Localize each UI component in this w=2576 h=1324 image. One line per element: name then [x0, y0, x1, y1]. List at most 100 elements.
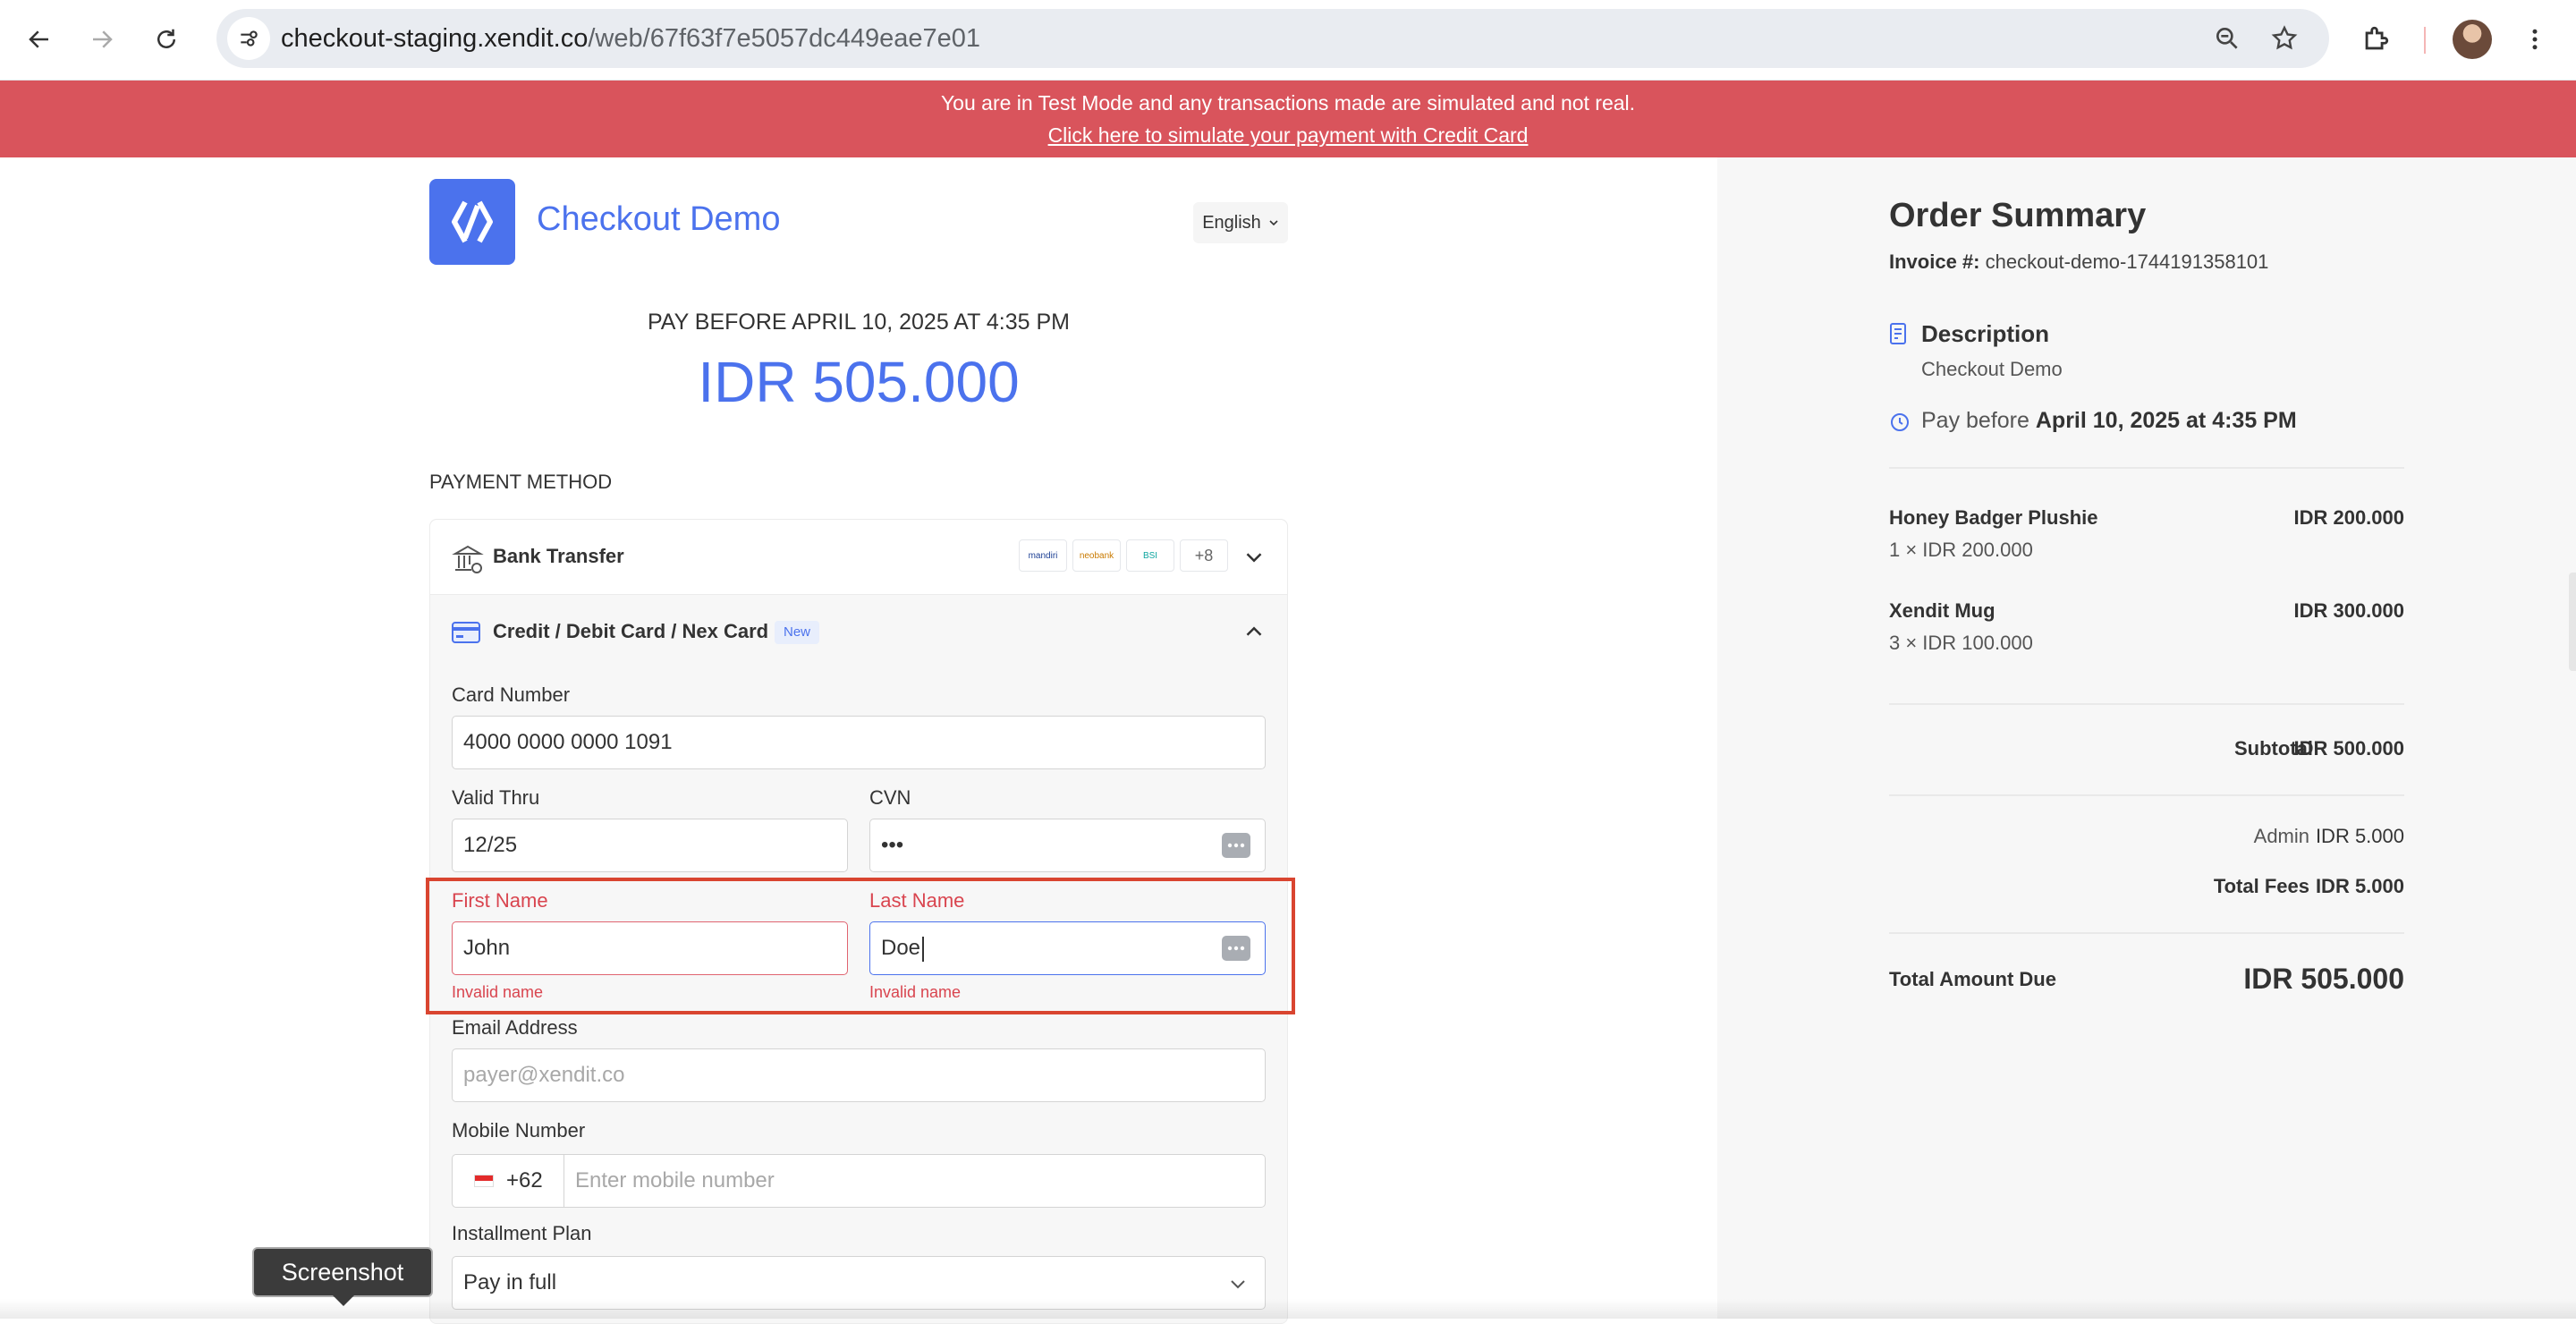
cvn-input[interactable]: ••• [869, 819, 1266, 872]
site-settings-icon[interactable] [227, 17, 270, 60]
test-mode-message: You are in Test Mode and any transaction… [940, 91, 1636, 115]
mandiri-logo: mandiri [1019, 539, 1067, 572]
email-label: Email Address [452, 1016, 578, 1039]
item-quantity: 1 × IDR 200.000 [1889, 539, 2033, 561]
total-amount-label: Total Amount Due [1889, 968, 2056, 990]
menu-button[interactable] [2517, 21, 2553, 57]
address-bar[interactable]: checkout-staging.xendit.co/web/67f63f7e5… [216, 9, 2329, 68]
scrollbar-thumb[interactable] [2569, 573, 2576, 671]
bank-icon [452, 545, 484, 573]
payment-amount: IDR 505.000 [698, 350, 1020, 414]
xendit-logo-icon [452, 200, 493, 243]
email-input[interactable]: payer@xendit.co [452, 1048, 1266, 1102]
cvn-value: ••• [881, 833, 904, 857]
first-name-input[interactable]: John [452, 921, 848, 975]
bank-transfer-option[interactable]: Bank Transfer mandiri neobank BSI +8 [430, 520, 1287, 595]
payment-method-heading: PAYMENT METHOD [429, 471, 613, 493]
neobank-logo: neobank [1072, 539, 1121, 572]
card-number-label: Card Number [452, 683, 571, 706]
browser-toolbar: checkout-staging.xendit.co/web/67f63f7e5… [0, 0, 2576, 81]
item-name: Honey Badger Plushie [1889, 506, 2098, 529]
country-code-select[interactable]: +62 [452, 1154, 564, 1208]
valid-thru-input[interactable]: 12/25 [452, 819, 848, 872]
url-path: /web/67f63f7e5057dc449eae7e01 [588, 24, 980, 53]
total-fees-label: Total Fees [2213, 875, 2309, 897]
item-quantity: 3 × IDR 100.000 [1889, 632, 2033, 654]
invoice-value: checkout-demo-1744191358101 [1985, 250, 2269, 273]
invoice-label: Invoice #: [1889, 250, 1980, 273]
bank-transfer-label: Bank Transfer [493, 545, 624, 567]
divider [1889, 703, 2404, 705]
back-button[interactable] [20, 20, 59, 59]
indonesia-flag-icon [474, 1175, 494, 1187]
brand-logo [429, 179, 515, 265]
order-summary-title: Order Summary [1889, 197, 2147, 234]
item-price: IDR 300.000 [2293, 599, 2404, 622]
chevron-up-icon[interactable] [1241, 618, 1267, 645]
card-number-input[interactable]: 4000 0000 0000 1091 [452, 716, 1266, 769]
admin-fee-value: IDR 5.000 [2315, 825, 2404, 847]
pay-before-prefix: Pay before [1921, 408, 2029, 433]
more-banks-count: +8 [1180, 539, 1228, 572]
admin-fee-label: Admin [2253, 825, 2309, 847]
description-value: Checkout Demo [1921, 358, 2063, 380]
description-label: Description [1921, 320, 2050, 347]
arrow-left-icon [29, 30, 48, 48]
item-name: Xendit Mug [1889, 599, 1996, 622]
tooltip-arrow [333, 1295, 354, 1306]
first-name-label: First Name [452, 889, 548, 912]
reload-button[interactable] [147, 20, 186, 59]
subtotal-value: IDR 500.000 [2293, 737, 2404, 760]
zoom-icon[interactable] [2213, 24, 2241, 53]
installment-value: Pay in full [463, 1270, 557, 1294]
profile-avatar[interactable] [2453, 20, 2492, 59]
first-name-error: Invalid name [452, 983, 544, 1001]
divider [1889, 794, 2404, 796]
chevron-down-icon[interactable] [1241, 544, 1267, 571]
order-summary-panel: Order Summary Invoice #: checkout-demo-1… [1717, 157, 2576, 1319]
more-vertical-icon [2532, 29, 2538, 50]
pay-before-deadline: PAY BEFORE APRIL 10, 2025 AT 4:35 PM [647, 310, 1070, 335]
document-edit-icon [1890, 323, 1906, 344]
last-name-error: Invalid name [869, 983, 962, 1001]
puzzle-icon [2365, 26, 2389, 50]
last-name-value: Doe [881, 936, 921, 960]
last-name-input[interactable]: Doe [869, 921, 1266, 975]
url-host: checkout-staging.xendit.co [281, 24, 589, 53]
new-badge: New [775, 621, 820, 644]
chevron-down-icon [1269, 220, 1278, 226]
forward-button[interactable] [82, 20, 122, 59]
extensions-button[interactable] [2358, 21, 2394, 57]
screenshot-tooltip: Screenshot [252, 1247, 433, 1297]
mobile-number-input[interactable]: Enter mobile number [564, 1154, 1266, 1208]
url-text[interactable]: checkout-staging.xendit.co/web/67f63f7e5… [281, 9, 980, 68]
language-value: English [1202, 212, 1261, 233]
last-name-label: Last Name [869, 889, 965, 912]
autofill-dots-icon[interactable] [1222, 833, 1250, 858]
chevron-down-icon [1231, 1280, 1245, 1289]
invoice-number: Invoice #: checkout-demo-1744191358101 [1889, 250, 2268, 274]
brand-name: Checkout Demo [537, 200, 781, 238]
dial-code: +62 [506, 1168, 543, 1192]
card-option-label[interactable]: Credit / Debit Card / Nex Card [493, 620, 768, 643]
mobile-label: Mobile Number [452, 1119, 586, 1142]
bsi-logo: BSI [1126, 539, 1174, 572]
installment-label: Installment Plan [452, 1222, 592, 1244]
clock-icon [1891, 413, 1909, 431]
cvn-label: CVN [869, 786, 911, 809]
arrow-right-icon [93, 30, 113, 48]
simulate-payment-link[interactable]: Click here to simulate your payment with… [0, 122, 2576, 149]
language-select[interactable]: English [1193, 202, 1288, 243]
total-amount-value: IDR 505.000 [2243, 963, 2404, 995]
autofill-dots-icon[interactable] [1222, 936, 1250, 961]
bookmark-star-icon[interactable] [2270, 24, 2299, 53]
divider [1889, 467, 2404, 469]
divider [1889, 932, 2404, 934]
item-price: IDR 200.000 [2293, 506, 2404, 529]
test-mode-banner: You are in Test Mode and any transaction… [0, 81, 2576, 157]
credit-card-icon [452, 622, 480, 643]
toolbar-divider [2424, 27, 2426, 54]
valid-thru-label: Valid Thru [452, 786, 540, 809]
installment-select[interactable]: Pay in full [452, 1256, 1266, 1310]
pay-before-summary: Pay before April 10, 2025 at 4:35 PM [1921, 408, 2297, 434]
